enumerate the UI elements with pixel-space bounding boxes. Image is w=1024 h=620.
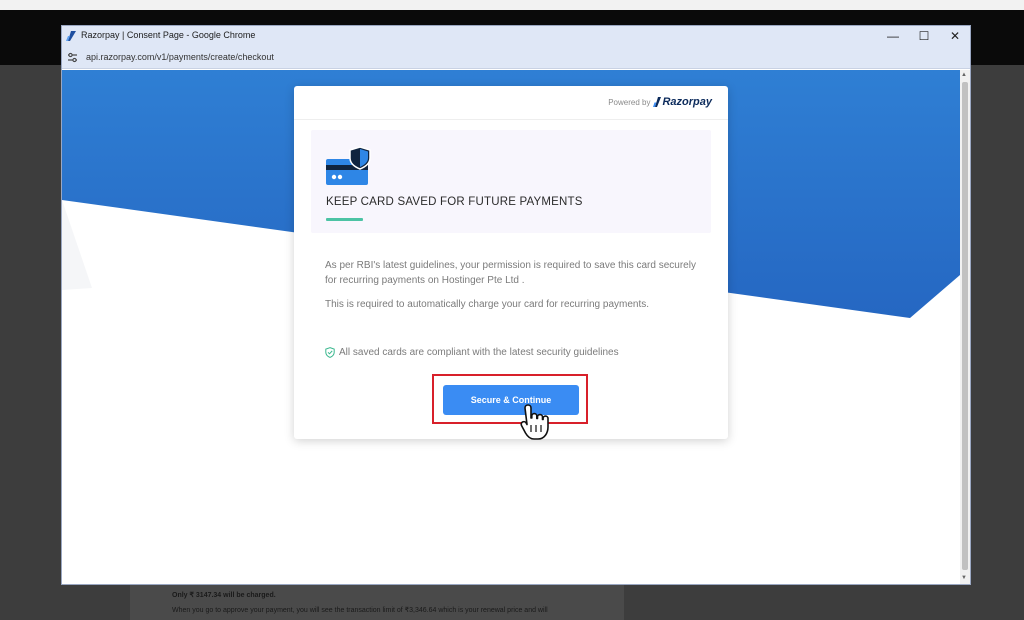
title-bar[interactable]: Razorpay | Consent Page - Google Chrome …: [62, 26, 970, 46]
consent-popup-window: Razorpay | Consent Page - Google Chrome …: [61, 25, 971, 585]
background-charge-note: Only ₹ 3147.34 will be charged.: [172, 592, 276, 599]
razorpay-brand: Razorpay: [662, 96, 712, 108]
background-payment-card: [130, 584, 624, 620]
page-content: Powered by Razorpay KEEP CARD SAVED FOR …: [62, 70, 960, 584]
scroll-up-arrow-icon[interactable]: ▲: [961, 72, 967, 78]
powered-by-label: Powered by: [608, 97, 651, 107]
hand-pointer-cursor-icon: [520, 404, 549, 440]
scroll-thumb[interactable]: [962, 82, 968, 570]
close-button[interactable]: ✕: [940, 26, 970, 46]
minimize-button[interactable]: —: [878, 26, 908, 46]
maximize-button[interactable]: ☐: [909, 26, 939, 46]
site-settings-icon[interactable]: [67, 52, 78, 63]
vertical-scrollbar[interactable]: ▲ ▼: [960, 70, 970, 584]
compliance-note: All saved cards are compliant with the l…: [325, 347, 619, 358]
razorpay-logo-icon: [653, 97, 662, 107]
background-top-strip: [0, 0, 1024, 10]
recurring-charge-text: This is required to automatically charge…: [325, 299, 650, 310]
address-bar[interactable]: api.razorpay.com/v1/payments/create/chec…: [62, 46, 970, 69]
title-underline: [326, 218, 363, 221]
hero-section: KEEP CARD SAVED FOR FUTURE PAYMENTS: [311, 130, 711, 233]
compliance-text: All saved cards are compliant with the l…: [339, 347, 619, 358]
saved-card-shield-icon: [326, 146, 371, 185]
url-text[interactable]: api.razorpay.com/v1/payments/create/chec…: [86, 52, 274, 62]
window-title: Razorpay | Consent Page - Google Chrome: [81, 30, 256, 40]
shield-check-icon: [325, 347, 335, 358]
consent-card: Powered by Razorpay KEEP CARD SAVED FOR …: [294, 86, 728, 440]
razorpay-app-icon: [66, 31, 76, 41]
secure-continue-button[interactable]: Secure & Continue: [443, 385, 579, 415]
rbi-guideline-text: As per RBI's latest guidelines, your per…: [325, 260, 696, 286]
card-divider: [294, 119, 728, 120]
powered-by-badge: Powered by Razorpay: [608, 96, 712, 108]
consent-title: KEEP CARD SAVED FOR FUTURE PAYMENTS: [326, 196, 583, 208]
scroll-down-arrow-icon[interactable]: ▼: [961, 575, 967, 581]
background-limit-note: When you go to approve your payment, you…: [172, 607, 548, 614]
